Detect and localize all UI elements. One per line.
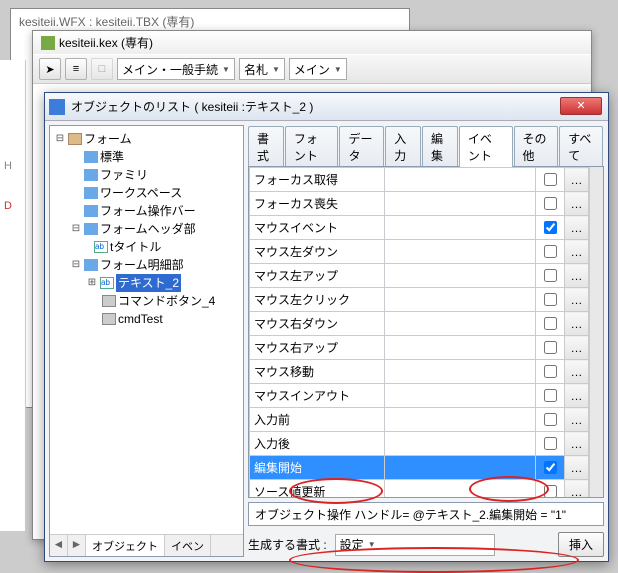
prop-row[interactable]: 入力前… xyxy=(250,408,589,432)
prop-detail-button[interactable]: … xyxy=(565,480,589,499)
event-checkbox[interactable] xyxy=(544,173,557,186)
property-tabs: 書式フォントデータ入力編集イベントその他すべて xyxy=(248,125,604,166)
tree-tab-events[interactable]: イベン xyxy=(165,535,211,556)
prop-row[interactable]: マウス左クリック… xyxy=(250,288,589,312)
event-checkbox[interactable] xyxy=(544,341,557,354)
name-dropdown-1[interactable]: 名札 xyxy=(239,58,285,80)
tab-入力[interactable]: 入力 xyxy=(385,126,421,167)
prop-row[interactable]: マウス右アップ… xyxy=(250,336,589,360)
property-grid-wrap: フォーカス取得…フォーカス喪失…マウスイベント…マウス左ダウン…マウス左アップ…… xyxy=(248,166,604,498)
bottom-bar: 生成する書式 : 設定 挿入 xyxy=(248,532,604,557)
prop-row[interactable]: マウス左ダウン… xyxy=(250,240,589,264)
generate-dropdown[interactable]: 設定 xyxy=(335,534,495,556)
object-list-titlebar[interactable]: オブジェクトのリスト ( kesiteii :テキスト_2 ) ✕ xyxy=(45,93,608,121)
window-title: オブジェクトのリスト ( kesiteii :テキスト_2 ) xyxy=(71,98,313,115)
prop-detail-button[interactable]: … xyxy=(565,168,589,192)
prop-detail-button[interactable]: … xyxy=(565,192,589,216)
editor-titlebar[interactable]: kesiteii.kex (専有) xyxy=(33,31,591,54)
event-checkbox[interactable] xyxy=(544,293,557,306)
event-checkbox[interactable] xyxy=(544,269,557,282)
editor-icon xyxy=(41,36,55,50)
ab-icon: ab xyxy=(100,277,114,289)
proc-dropdown[interactable]: メイン・一般手続 xyxy=(117,58,235,80)
event-checkbox[interactable] xyxy=(544,245,557,258)
left-ruler: H D xyxy=(0,60,26,531)
event-checkbox[interactable] xyxy=(544,317,557,330)
prop-row[interactable]: フォーカス取得… xyxy=(250,168,589,192)
tree-tab-objects[interactable]: オブジェクト xyxy=(86,535,165,556)
object-tree[interactable]: ⊟フォーム 標準 ファミリ ワークスペース フォーム操作バー ⊟フォームヘッダ部… xyxy=(50,126,243,534)
tab-その他[interactable]: その他 xyxy=(514,126,559,167)
event-checkbox[interactable] xyxy=(544,437,557,450)
prop-detail-button[interactable]: … xyxy=(565,384,589,408)
window-icon xyxy=(49,99,65,115)
prop-detail-button[interactable]: … xyxy=(565,216,589,240)
object-list-window: オブジェクトのリスト ( kesiteii :テキスト_2 ) ✕ ⊟フォーム … xyxy=(44,92,609,562)
prop-row[interactable]: マウス移動… xyxy=(250,360,589,384)
event-checkbox[interactable] xyxy=(544,485,557,498)
toolbar-btn-2[interactable]: ≡ xyxy=(65,58,87,80)
prop-detail-button[interactable]: … xyxy=(565,360,589,384)
status-line: オブジェクト操作 ハンドル= @テキスト_2.編集開始 = "1" xyxy=(248,502,604,526)
event-checkbox[interactable] xyxy=(544,413,557,426)
event-checkbox[interactable] xyxy=(544,389,557,402)
tab-すべて[interactable]: すべて xyxy=(559,126,603,167)
name-dropdown-2[interactable]: メイン xyxy=(289,58,347,80)
tree-pane: ⊟フォーム 標準 ファミリ ワークスペース フォーム操作バー ⊟フォームヘッダ部… xyxy=(49,125,244,557)
toolbar-btn-1[interactable]: ➤ xyxy=(39,58,61,80)
tab-イベント[interactable]: イベント xyxy=(459,126,513,167)
event-checkbox[interactable] xyxy=(544,461,557,474)
prop-detail-button[interactable]: … xyxy=(565,288,589,312)
tab-書式[interactable]: 書式 xyxy=(248,126,284,167)
prop-detail-button[interactable]: … xyxy=(565,432,589,456)
prop-detail-button[interactable]: … xyxy=(565,336,589,360)
event-checkbox[interactable] xyxy=(544,197,557,210)
property-pane: 書式フォントデータ入力編集イベントその他すべて フォーカス取得…フォーカス喪失…… xyxy=(248,125,604,557)
prop-row[interactable]: マウスイベント… xyxy=(250,216,589,240)
generate-label: 生成する書式 : xyxy=(248,536,327,553)
prop-row[interactable]: マウス右ダウン… xyxy=(250,312,589,336)
prop-detail-button[interactable]: … xyxy=(565,264,589,288)
prop-row[interactable]: フォーカス喪失… xyxy=(250,192,589,216)
prop-row[interactable]: 入力後… xyxy=(250,432,589,456)
tree-tab-prev[interactable]: ◄ xyxy=(50,535,68,556)
insert-button[interactable]: 挿入 xyxy=(558,532,604,557)
prop-row[interactable]: 編集開始… xyxy=(250,456,589,480)
prop-detail-button[interactable]: … xyxy=(565,456,589,480)
editor-title: kesiteii.kex (専有) xyxy=(59,34,153,51)
grid-scrollbar[interactable] xyxy=(589,167,603,497)
prop-row[interactable]: ソース値更新… xyxy=(250,480,589,499)
tab-編集[interactable]: 編集 xyxy=(422,126,458,167)
prop-detail-button[interactable]: … xyxy=(565,240,589,264)
tab-フォント[interactable]: フォント xyxy=(285,126,339,167)
prop-row[interactable]: マウスインアウト… xyxy=(250,384,589,408)
property-grid[interactable]: フォーカス取得…フォーカス喪失…マウスイベント…マウス左ダウン…マウス左アップ…… xyxy=(249,167,589,498)
tree-tab-next[interactable]: ► xyxy=(68,535,86,556)
editor-toolbar: ➤ ≡ □ メイン・一般手続 名札 メイン xyxy=(33,54,591,84)
tree-tabbar: ◄ ► オブジェクト イベン xyxy=(50,534,243,556)
prop-row[interactable]: マウス左アップ… xyxy=(250,264,589,288)
event-checkbox[interactable] xyxy=(544,221,557,234)
prop-detail-button[interactable]: … xyxy=(565,408,589,432)
close-button[interactable]: ✕ xyxy=(560,97,602,115)
event-checkbox[interactable] xyxy=(544,365,557,378)
tab-データ[interactable]: データ xyxy=(339,126,384,167)
prop-detail-button[interactable]: … xyxy=(565,312,589,336)
toolbar-btn-3: □ xyxy=(91,58,113,80)
tree-selected: テキスト_2 xyxy=(116,274,181,292)
